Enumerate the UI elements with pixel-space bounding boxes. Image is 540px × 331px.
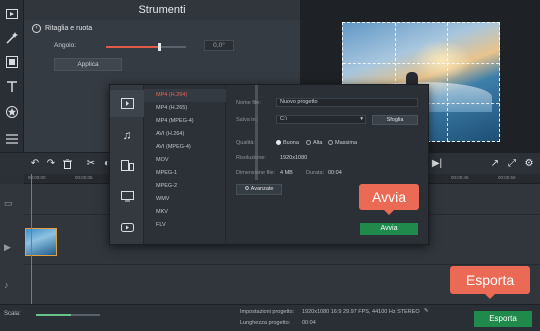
angle-input[interactable]: 0,0° <box>204 40 234 51</box>
project-settings-value: 1920x1080 16:9 29.97 FPS, 44100 Hz STERE… <box>302 309 420 315</box>
advanced-button[interactable]: ⚙ Avanzate <box>236 184 282 195</box>
export-settings-form: Nome file: Nuovo progetto Salva in: C:\ … <box>230 85 428 244</box>
save-in-label: Salva in: <box>236 117 258 123</box>
quality-radio-good[interactable] <box>276 140 281 145</box>
ruler-tick: 00:00:50 <box>498 175 516 180</box>
ruler-tick: 00:00:45 <box>451 175 469 180</box>
undo-icon[interactable]: ↶ <box>28 157 42 171</box>
tv-format-icon[interactable] <box>110 183 144 210</box>
tool-sidebar <box>0 0 24 155</box>
video-format-icon[interactable] <box>110 90 144 117</box>
format-item[interactable]: MP4 (H.264) <box>144 89 226 102</box>
text-icon[interactable] <box>3 78 21 96</box>
export-callout: Esporta <box>450 266 530 299</box>
save-in-input[interactable]: C:\ ▾ <box>276 115 366 124</box>
youtube-icon[interactable] <box>110 214 144 241</box>
export-category-column: ♫ <box>110 85 144 244</box>
redo-icon[interactable]: ↷ <box>44 157 58 171</box>
video-track-icon: ▶ <box>4 242 11 252</box>
quality-radio-high[interactable] <box>306 140 311 145</box>
crop-rotate-heading: ‹ Ritaglia e ruota <box>32 22 92 34</box>
angle-label: Angolo: <box>54 42 77 49</box>
crop-gridline <box>447 23 448 141</box>
scissors-icon[interactable]: ✂ <box>84 157 98 171</box>
fullscreen-icon[interactable]: ⤢ <box>505 157 519 171</box>
project-settings-label: Impostazioni progetto: <box>240 309 295 315</box>
track-divider <box>24 264 540 265</box>
filmstrip-icon[interactable] <box>3 53 21 71</box>
menu-icon[interactable] <box>3 130 21 148</box>
quality-option: Buona <box>283 140 299 146</box>
project-length-value: 00:04 <box>302 320 316 326</box>
scale-label: Scala: <box>4 311 21 317</box>
ruler-tick: 00:00:05 <box>75 175 93 180</box>
back-icon[interactable]: ‹ <box>32 23 41 33</box>
duration-label: Durata: <box>306 170 325 176</box>
format-item[interactable]: FLV <box>144 219 226 232</box>
edit-icon[interactable]: ✎ <box>424 308 429 314</box>
resolution-value: 1920x1080 <box>280 155 308 161</box>
file-size-label: Dimensione file: <box>236 170 276 176</box>
format-item[interactable]: WMV <box>144 193 226 206</box>
file-name-label: Nome file: <box>236 100 261 106</box>
quality-option: Alta <box>313 140 323 146</box>
export-dialog: ♫ MP4 (H.264) MP4 (H.265) MP4 (MPEG-4) A… <box>109 84 429 245</box>
format-item[interactable]: MP4 (H.265) <box>144 102 226 115</box>
format-item[interactable]: MP4 (MPEG-4) <box>144 115 226 128</box>
save-in-value: C:\ <box>280 116 288 122</box>
angle-slider[interactable] <box>106 43 186 51</box>
apply-button[interactable]: Applica <box>54 58 122 71</box>
format-item[interactable]: MPEG-1 <box>144 167 226 180</box>
playhead[interactable] <box>31 174 32 304</box>
device-format-icon[interactable] <box>110 152 144 179</box>
audio-format-icon[interactable]: ♫ <box>110 121 144 148</box>
status-footer: Scala: Impostazioni progetto: 1920x1080 … <box>0 304 540 331</box>
resolution-label: Risoluzione: <box>236 155 266 161</box>
format-list: MP4 (H.264) MP4 (H.265) MP4 (MPEG-4) AVI… <box>144 85 258 244</box>
chevron-down-icon[interactable]: ▾ <box>360 116 363 123</box>
start-callout: Avvia <box>359 184 419 215</box>
angle-slider-thumb[interactable] <box>157 43 161 51</box>
quality-radio-max[interactable] <box>328 140 333 145</box>
music-track-icon: ♪ <box>4 280 9 290</box>
quality-label: Qualità: <box>236 140 255 146</box>
effects-track-icon: ▭ <box>4 198 13 208</box>
format-item[interactable]: AVI (MPEG-4) <box>144 141 226 154</box>
format-item[interactable]: MPEG-2 <box>144 180 226 193</box>
crop-rotate-label: Ritaglia e ruota <box>45 24 93 32</box>
format-item[interactable]: MKV <box>144 206 226 219</box>
file-name-input[interactable]: Nuovo progetto <box>276 98 418 107</box>
next-frame-icon[interactable]: ▶| <box>430 157 444 171</box>
file-size-value: 4 MB <box>280 170 293 176</box>
crop-gridline <box>343 63 499 64</box>
advanced-label: Avanzate <box>250 186 274 192</box>
video-clip[interactable] <box>25 228 57 256</box>
format-item[interactable]: AVI (H.264) <box>144 128 226 141</box>
scale-slider-fill <box>36 314 72 316</box>
start-button[interactable]: Avvia <box>360 223 418 235</box>
project-length-label: Lunghezza progetto: <box>240 320 291 326</box>
export-button[interactable]: Esporta <box>474 311 532 327</box>
quality-option: Massima <box>335 140 358 146</box>
sticker-icon[interactable] <box>3 103 21 121</box>
magic-wand-icon[interactable] <box>3 29 21 47</box>
settings-icon[interactable]: ⚙ <box>522 157 536 171</box>
share-icon[interactable]: ↗ <box>488 157 502 171</box>
scale-slider[interactable] <box>36 314 100 316</box>
format-item[interactable]: MOV <box>144 154 226 167</box>
duration-value: 00:04 <box>328 170 342 176</box>
import-icon[interactable] <box>3 5 21 23</box>
browse-button[interactable]: Sfoglia <box>372 115 418 125</box>
panel-title: Strumenti <box>24 0 300 20</box>
trash-icon[interactable] <box>60 157 74 171</box>
angle-slider-fill <box>106 46 159 48</box>
